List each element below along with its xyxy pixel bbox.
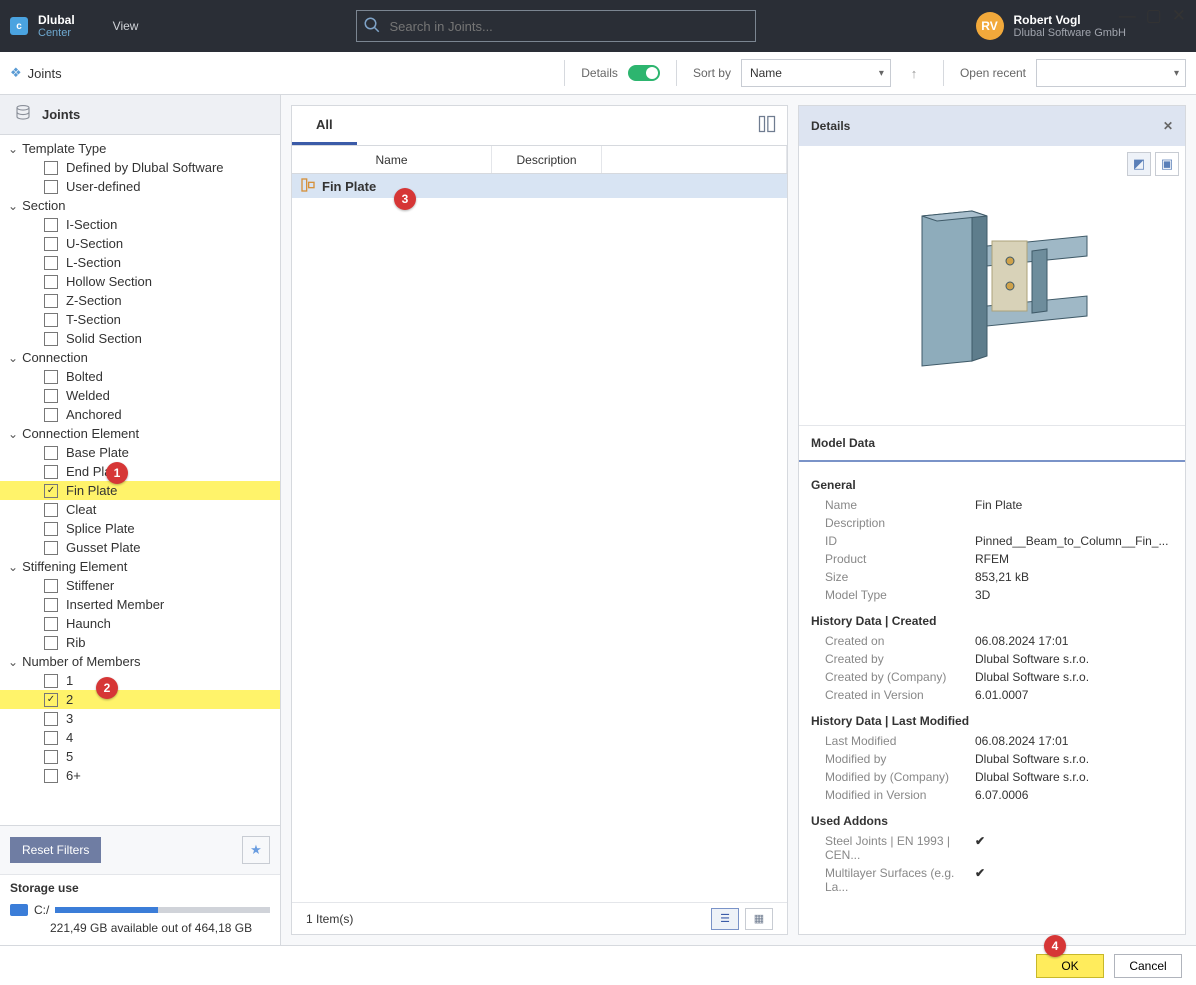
model-data-header: Model Data bbox=[799, 426, 1185, 462]
tabs: All bbox=[292, 106, 787, 146]
sidebar-header: Joints bbox=[0, 95, 280, 135]
group-section[interactable]: Section bbox=[0, 196, 280, 215]
cancel-button[interactable]: Cancel bbox=[1114, 954, 1182, 978]
group-stiffening-element[interactable]: Stiffening Element bbox=[0, 557, 280, 576]
storage-panel: Storage use C:/ 221,49 GB available out … bbox=[0, 874, 280, 945]
group-number-of-members[interactable]: Number of Members bbox=[0, 652, 280, 671]
group-connection[interactable]: Connection bbox=[0, 348, 280, 367]
open-recent-label: Open recent bbox=[960, 66, 1026, 80]
filter-members-5[interactable]: 5 bbox=[0, 747, 280, 766]
filter-members-2[interactable]: 2 bbox=[0, 690, 280, 709]
sortby-label: Sort by bbox=[693, 66, 731, 80]
toolbar: ❖ Joints Details Sort by Name ↑ Open rec… bbox=[0, 52, 1196, 95]
user-company: Dlubal Software GmbH bbox=[1014, 27, 1127, 39]
joints-icon: ❖ bbox=[10, 65, 22, 81]
ok-button[interactable]: OK bbox=[1036, 954, 1104, 978]
columns-icon[interactable] bbox=[757, 114, 777, 137]
grid-view-button[interactable]: ▦ bbox=[745, 908, 773, 930]
sidebar: Joints Template Type Defined by Dlubal S… bbox=[0, 95, 281, 945]
preview-pane: ◩ ▣ bbox=[799, 146, 1185, 426]
filter-members-3[interactable]: 3 bbox=[0, 709, 280, 728]
search-icon bbox=[363, 16, 381, 37]
filter-solid-section[interactable]: Solid Section bbox=[0, 329, 280, 348]
search-input[interactable] bbox=[387, 18, 755, 35]
annotation-badge-4: 4 bbox=[1044, 935, 1066, 957]
filter-defined-by-dlubal[interactable]: Defined by Dlubal Software bbox=[0, 158, 280, 177]
check-icon: ✔ bbox=[975, 866, 1173, 894]
details-panel: Details ✕ ◩ ▣ bbox=[798, 105, 1186, 935]
filter-bolted[interactable]: Bolted bbox=[0, 367, 280, 386]
close-icon[interactable]: ✕ bbox=[1163, 119, 1173, 133]
filter-fin-plate[interactable]: Fin Plate bbox=[0, 481, 280, 500]
title-bar: c Dlubal Center View RV Robert Vogl Dlub… bbox=[0, 0, 1196, 52]
check-icon: ✔ bbox=[975, 834, 1173, 862]
details-title: Details bbox=[811, 119, 850, 133]
filter-stiffener[interactable]: Stiffener bbox=[0, 576, 280, 595]
tab-all[interactable]: All bbox=[292, 106, 357, 145]
preview-image-button[interactable]: ▣ bbox=[1155, 152, 1179, 176]
filter-rib[interactable]: Rib bbox=[0, 633, 280, 652]
filter-u-section[interactable]: U-Section bbox=[0, 234, 280, 253]
user-chip[interactable]: RV Robert Vogl Dlubal Software GmbH bbox=[976, 12, 1127, 40]
list-view-button[interactable]: ☰ bbox=[711, 908, 739, 930]
preview-3d-button[interactable]: ◩ bbox=[1127, 152, 1151, 176]
filter-members-6plus[interactable]: 6+ bbox=[0, 766, 280, 785]
footer: 4 OK Cancel bbox=[0, 945, 1196, 985]
filter-t-section[interactable]: T-Section bbox=[0, 310, 280, 329]
filter-members-1[interactable]: 1 2 bbox=[0, 671, 280, 690]
filter-hollow-section[interactable]: Hollow Section bbox=[0, 272, 280, 291]
database-icon bbox=[14, 104, 32, 125]
drive-icon bbox=[10, 904, 28, 916]
open-recent-select[interactable] bbox=[1036, 59, 1186, 87]
table-header: Name Description bbox=[292, 146, 787, 174]
toolbar-title: Joints bbox=[28, 66, 62, 81]
joint-icon bbox=[300, 177, 316, 196]
column-name[interactable]: Name bbox=[292, 146, 492, 173]
filter-tree: Template Type Defined by Dlubal Software… bbox=[0, 135, 280, 825]
filter-splice-plate[interactable]: Splice Plate bbox=[0, 519, 280, 538]
details-label: Details bbox=[581, 66, 618, 80]
filter-inserted-member[interactable]: Inserted Member bbox=[0, 595, 280, 614]
details-toggle[interactable] bbox=[628, 65, 660, 81]
filter-z-section[interactable]: Z-Section bbox=[0, 291, 280, 310]
group-template-type[interactable]: Template Type bbox=[0, 139, 280, 158]
main-panel: All Name Description bbox=[281, 95, 1196, 945]
status-bar: 1 Item(s) ☰ ▦ bbox=[292, 902, 787, 934]
sortby-select[interactable]: Name bbox=[741, 59, 891, 87]
column-description[interactable]: Description bbox=[492, 146, 602, 173]
filter-welded[interactable]: Welded bbox=[0, 386, 280, 405]
brand: Dlubal Center bbox=[38, 13, 75, 39]
model-data-body: General NameFin Plate Description IDPinn… bbox=[799, 462, 1185, 934]
filter-user-defined[interactable]: User-defined bbox=[0, 177, 280, 196]
filter-haunch[interactable]: Haunch bbox=[0, 614, 280, 633]
annotation-badge-1: 1 bbox=[106, 462, 128, 484]
filter-i-section[interactable]: I-Section bbox=[0, 215, 280, 234]
filter-cleat[interactable]: Cleat bbox=[0, 500, 280, 519]
reset-filters-button[interactable]: Reset Filters bbox=[10, 837, 101, 863]
filter-members-4[interactable]: 4 bbox=[0, 728, 280, 747]
table-row[interactable]: Fin Plate bbox=[292, 174, 787, 198]
sort-direction-button[interactable]: ↑ bbox=[901, 60, 927, 86]
annotation-badge-3: 3 bbox=[394, 188, 416, 210]
window-controls[interactable]: —▢✕ bbox=[1119, 6, 1186, 26]
group-connection-element[interactable]: Connection Element bbox=[0, 424, 280, 443]
filter-gusset-plate[interactable]: Gusset Plate bbox=[0, 538, 280, 557]
filter-end-plate[interactable]: End Plate 1 bbox=[0, 462, 280, 481]
annotation-badge-2: 2 bbox=[96, 677, 118, 699]
row-name: Fin Plate bbox=[322, 179, 376, 194]
filter-base-plate[interactable]: Base Plate bbox=[0, 443, 280, 462]
avatar: RV bbox=[976, 12, 1004, 40]
menu-view[interactable]: View bbox=[105, 15, 147, 37]
preview-model-icon bbox=[862, 186, 1122, 386]
favorite-button[interactable]: ★ bbox=[242, 836, 270, 864]
search-box[interactable] bbox=[356, 10, 756, 42]
user-name: Robert Vogl bbox=[1014, 13, 1127, 27]
filter-l-section[interactable]: L-Section bbox=[0, 253, 280, 272]
app-logo-icon: c bbox=[10, 17, 28, 35]
table-body: Fin Plate 3 bbox=[292, 174, 787, 902]
filter-anchored[interactable]: Anchored bbox=[0, 405, 280, 424]
